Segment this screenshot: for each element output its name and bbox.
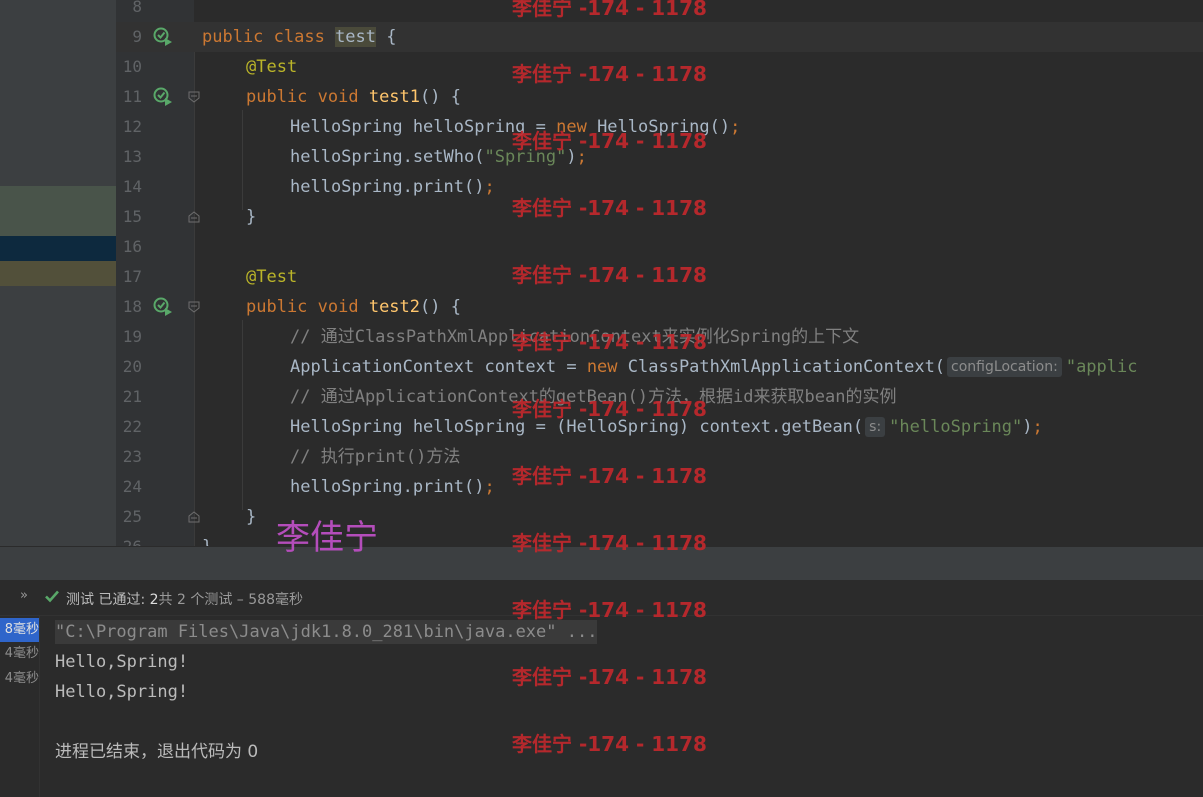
parameter-hint: configLocation: bbox=[947, 357, 1062, 377]
watermark-text: 李佳宁 -174 - 1178 bbox=[512, 598, 707, 622]
line-number: 9 bbox=[132, 27, 142, 46]
watermark-text: 李佳宁 -174 - 1178 bbox=[512, 464, 707, 488]
watermark-text: 李佳宁 -174 - 1178 bbox=[512, 665, 707, 689]
watermark-text: 李佳宁 -174 - 1178 bbox=[512, 397, 707, 421]
line-number: 12 bbox=[122, 117, 142, 136]
line-number: 22 bbox=[122, 417, 142, 436]
project-highlight-row bbox=[0, 261, 116, 286]
line-number: 15 bbox=[122, 207, 142, 226]
watermark-text: 李佳宁 -174 - 1178 bbox=[512, 196, 707, 220]
line-number: 16 bbox=[122, 237, 142, 256]
watermark-text: 李佳宁 -174 - 1178 bbox=[512, 263, 707, 287]
watermark-text: 李佳宁 -174 - 1178 bbox=[512, 330, 707, 354]
line-number: 17 bbox=[122, 267, 142, 286]
line-number: 19 bbox=[122, 327, 142, 346]
run-test-icon[interactable] bbox=[153, 297, 173, 317]
line-number: 23 bbox=[122, 447, 142, 466]
run-test-icon[interactable] bbox=[153, 87, 173, 107]
code-text: public class test { bbox=[202, 27, 397, 47]
parameter-hint: s: bbox=[865, 417, 886, 437]
test-tree-item[interactable]: 8毫秒 bbox=[0, 618, 39, 642]
code-line: 16 bbox=[116, 232, 1203, 262]
code-comment: // 执行print()方法 bbox=[290, 447, 461, 467]
code-line: 20 ApplicationContext context = new Clas… bbox=[116, 352, 1203, 382]
code-text: public void test1() { bbox=[246, 87, 461, 107]
fold-marker-icon[interactable] bbox=[188, 301, 200, 313]
watermark-text: 李佳宁 -174 - 1178 bbox=[512, 129, 707, 153]
test-tree-item[interactable]: 4毫秒 bbox=[0, 642, 39, 666]
code-line: 9 public class test { bbox=[116, 22, 1203, 52]
fold-marker-icon[interactable] bbox=[188, 91, 200, 103]
line-number: 13 bbox=[122, 147, 142, 166]
line-number: 14 bbox=[122, 177, 142, 196]
console-output-line: Hello,Spring! bbox=[55, 682, 189, 702]
line-number: 24 bbox=[122, 477, 142, 496]
line-number: 26 bbox=[116, 532, 142, 546]
watermark-signature: 李佳宁 bbox=[276, 518, 378, 558]
line-number: 11 bbox=[122, 87, 142, 106]
code-text: public void test2() { bbox=[246, 297, 461, 317]
watermark-text: 李佳宁 -174 - 1178 bbox=[512, 62, 707, 86]
project-tool-window-strip[interactable] bbox=[0, 0, 116, 546]
code-text: helloSpring.print(); bbox=[290, 177, 495, 197]
line-number: 21 bbox=[122, 387, 142, 406]
check-icon bbox=[45, 590, 59, 603]
test-tree-item[interactable]: 4毫秒 bbox=[0, 667, 39, 691]
test-status-text: 测试 已通过: 2共 2 个测试 – 588毫秒 bbox=[66, 592, 303, 608]
watermark-text: 李佳宁 -174 - 1178 bbox=[512, 0, 707, 20]
line-number: 8 bbox=[132, 0, 142, 16]
code-text: } bbox=[246, 507, 257, 527]
run-test-icon[interactable] bbox=[153, 27, 173, 47]
line-number: 18 bbox=[122, 297, 142, 316]
fold-marker-icon[interactable] bbox=[188, 211, 200, 223]
line-number: 20 bbox=[122, 357, 142, 376]
watermark-text: 李佳宁 -174 - 1178 bbox=[512, 732, 707, 756]
line-number: 25 bbox=[122, 507, 142, 526]
code-text: } bbox=[202, 532, 212, 546]
code-line: 18 public void test2() { bbox=[116, 292, 1203, 322]
console-exit-message: 进程已结束，退出代码为 0 bbox=[55, 742, 259, 762]
console-output-line: Hello,Spring! bbox=[55, 652, 189, 672]
code-text: } bbox=[246, 207, 257, 227]
code-text: @Test bbox=[246, 57, 298, 77]
code-text: @Test bbox=[246, 267, 298, 287]
expand-chevron-icon[interactable]: » bbox=[20, 588, 28, 603]
watermark-text: 李佳宁 -174 - 1178 bbox=[512, 531, 707, 555]
fold-marker-icon[interactable] bbox=[188, 511, 200, 523]
code-text: ApplicationContext context = new ClassPa… bbox=[290, 357, 1138, 377]
project-selected-item[interactable] bbox=[0, 236, 116, 261]
line-number: 10 bbox=[122, 57, 142, 76]
test-results-tree[interactable]: 8毫秒 4毫秒 4毫秒 bbox=[0, 616, 40, 797]
console-output[interactable]: "C:\Program Files\Java\jdk1.8.0_281\bin\… bbox=[40, 616, 1203, 797]
code-text: helloSpring.print(); bbox=[290, 477, 495, 497]
project-selection-highlight bbox=[0, 186, 116, 236]
